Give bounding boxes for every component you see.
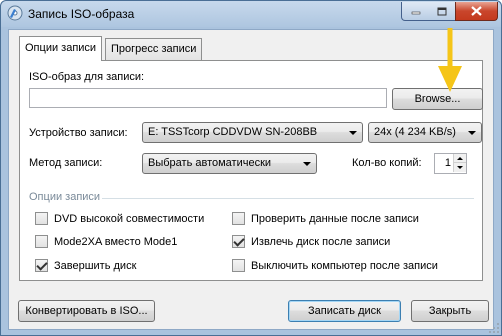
write-speed-select[interactable]: 24x (4 234 KB/s) [368,122,482,143]
option-finalize-disc[interactable]: Завершить диск [35,259,136,272]
spin-down-button[interactable] [453,163,466,172]
option-label: Выключить компьютер после записи [251,259,438,272]
copies-value: 1 [444,157,451,169]
options-group-title: Опции записи [29,191,101,203]
option-label: Завершить диск [54,259,137,272]
burn-method-label: Метод записи: [29,157,103,169]
close-window-button[interactable] [455,2,498,21]
checkbox[interactable] [35,212,48,225]
option-mode2xa[interactable]: Mode2XA вместо Mode1 [35,235,177,248]
group-divider [102,198,474,199]
burn-method-value: Выбрать автоматически [148,157,272,169]
option-label: Mode2XA вместо Mode1 [54,235,178,248]
chevron-down-icon [303,162,311,166]
burn-device-value: E: TSSTcorp CDDVDW SN-208BB [148,126,318,138]
annotation-arrow-icon [438,28,462,92]
burn-disc-button[interactable]: Записать диск [288,300,401,322]
burn-options-panel: ISO-образ для записи: Browse... Устройст… [19,60,483,281]
option-label: DVD высокой совместимости [54,212,205,225]
copies-label: Кол-во копий: [352,157,422,169]
iso-image-label: ISO-образ для записи: [29,71,145,83]
chevron-down-icon [349,131,357,135]
option-dvd-compat[interactable]: DVD высокой совместимости [35,212,204,225]
spin-up-button[interactable] [453,154,466,163]
option-verify-data[interactable]: Проверить данные после записи [232,212,419,225]
close-button[interactable]: Закрыть [411,300,489,322]
tab-burn-options[interactable]: Опции записи [19,36,103,61]
checkbox[interactable] [35,235,48,248]
option-label: Извлечь диск после записи [251,235,391,248]
disc-burn-icon [7,5,23,21]
checkbox[interactable] [232,259,245,272]
option-shutdown[interactable]: Выключить компьютер после записи [232,259,438,272]
tab-burn-progress[interactable]: Прогресс записи [105,38,203,60]
burn-method-select[interactable]: Выбрать автоматически [142,153,317,174]
maximize-button[interactable] [429,2,456,21]
iso-path-input[interactable] [29,88,387,108]
checkbox[interactable] [232,235,245,248]
maximize-icon [437,7,447,15]
arrow-up-icon [457,156,463,160]
window-title: Запись ISO-образа [28,7,135,21]
write-speed-value: 24x (4 234 KB/s) [374,126,456,138]
copies-stepper[interactable]: 1 [434,153,467,174]
title-bar[interactable]: Запись ISO-образа [1,1,501,27]
burn-device-label: Устройство записи: [29,127,128,139]
resize-grip-icon[interactable] [488,322,500,334]
burn-device-select[interactable]: E: TSSTcorp CDDVDW SN-208BB [142,122,363,143]
checkbox[interactable] [35,259,48,272]
chevron-down-icon [468,131,476,135]
checkbox[interactable] [232,212,245,225]
close-icon [471,6,482,16]
arrow-down-icon [457,166,463,169]
convert-to-iso-button[interactable]: Конвертировать в ISO... [18,300,155,322]
minimize-button[interactable] [401,2,430,21]
minimize-icon [411,11,420,15]
burn-iso-window: Запись ISO-образа Опции записи Прогресс … [0,0,502,336]
dialog-client-area: Опции записи Прогресс записи ISO-образ д… [8,29,494,330]
option-label: Проверить данные после записи [251,212,419,225]
option-eject-disc[interactable]: Извлечь диск после записи [232,235,390,248]
